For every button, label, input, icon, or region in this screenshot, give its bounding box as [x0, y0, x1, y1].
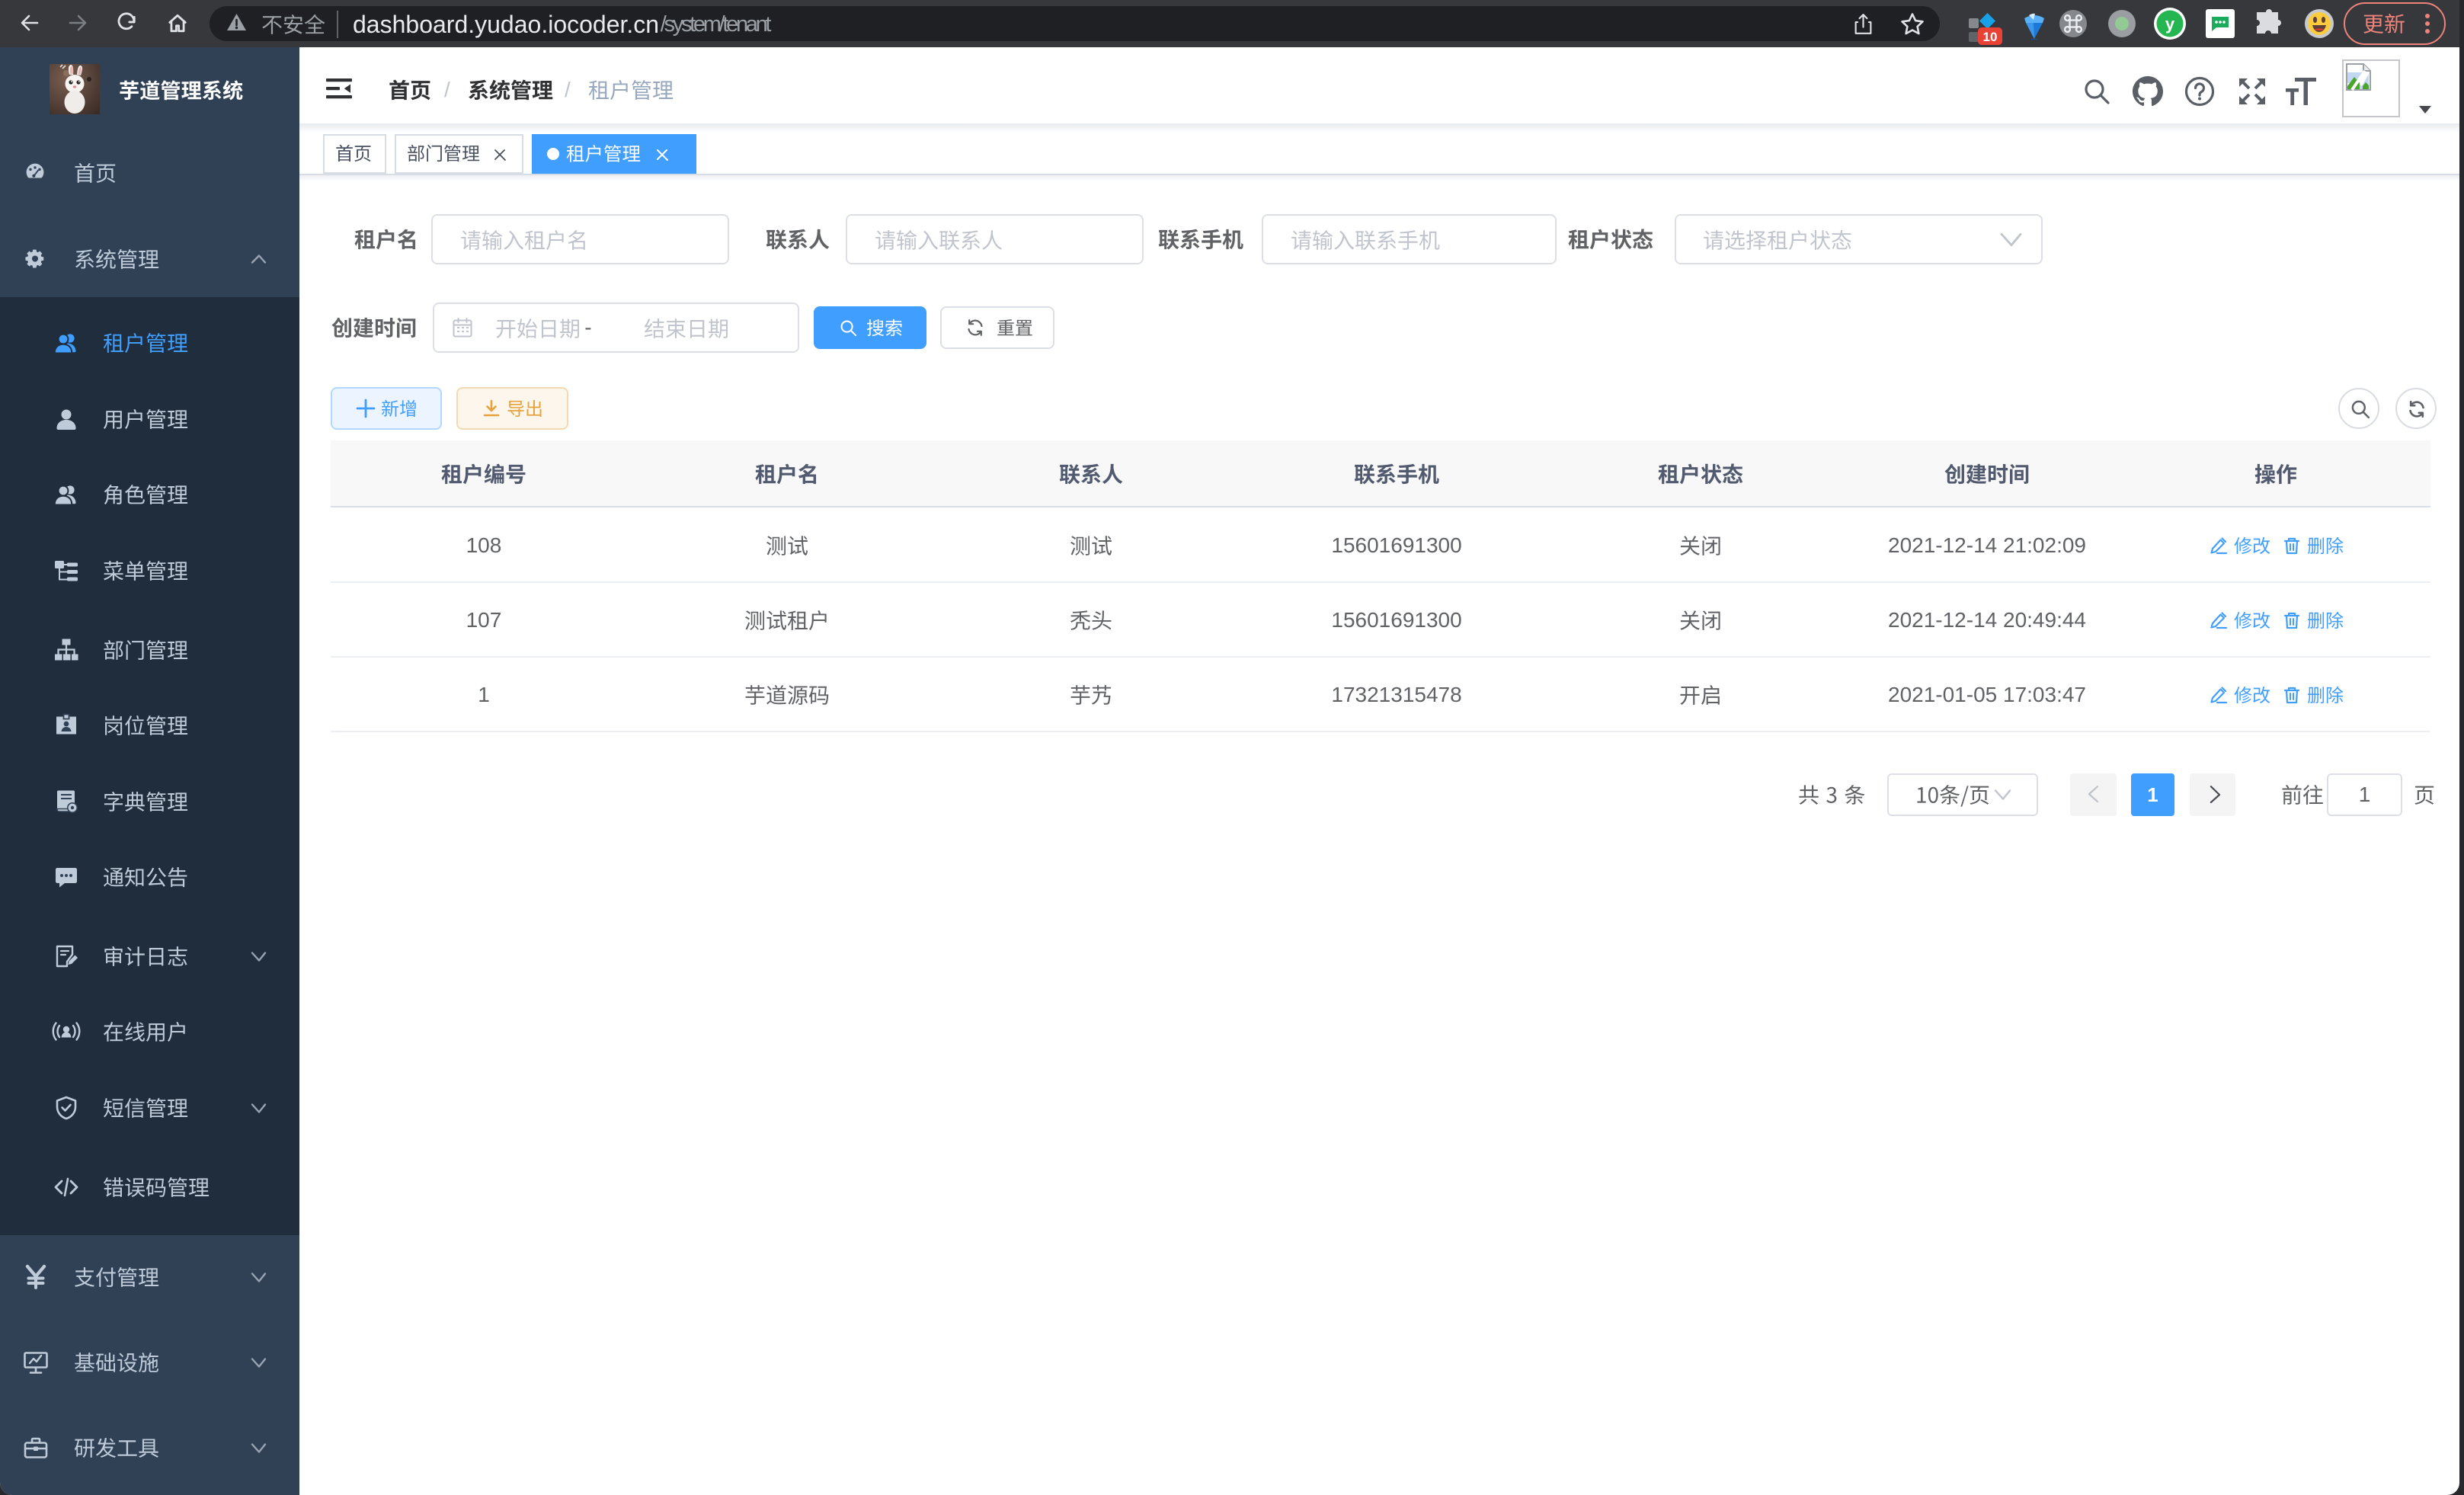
svg-text:10: 10	[1983, 30, 1998, 44]
svg-text:y: y	[2165, 14, 2175, 34]
